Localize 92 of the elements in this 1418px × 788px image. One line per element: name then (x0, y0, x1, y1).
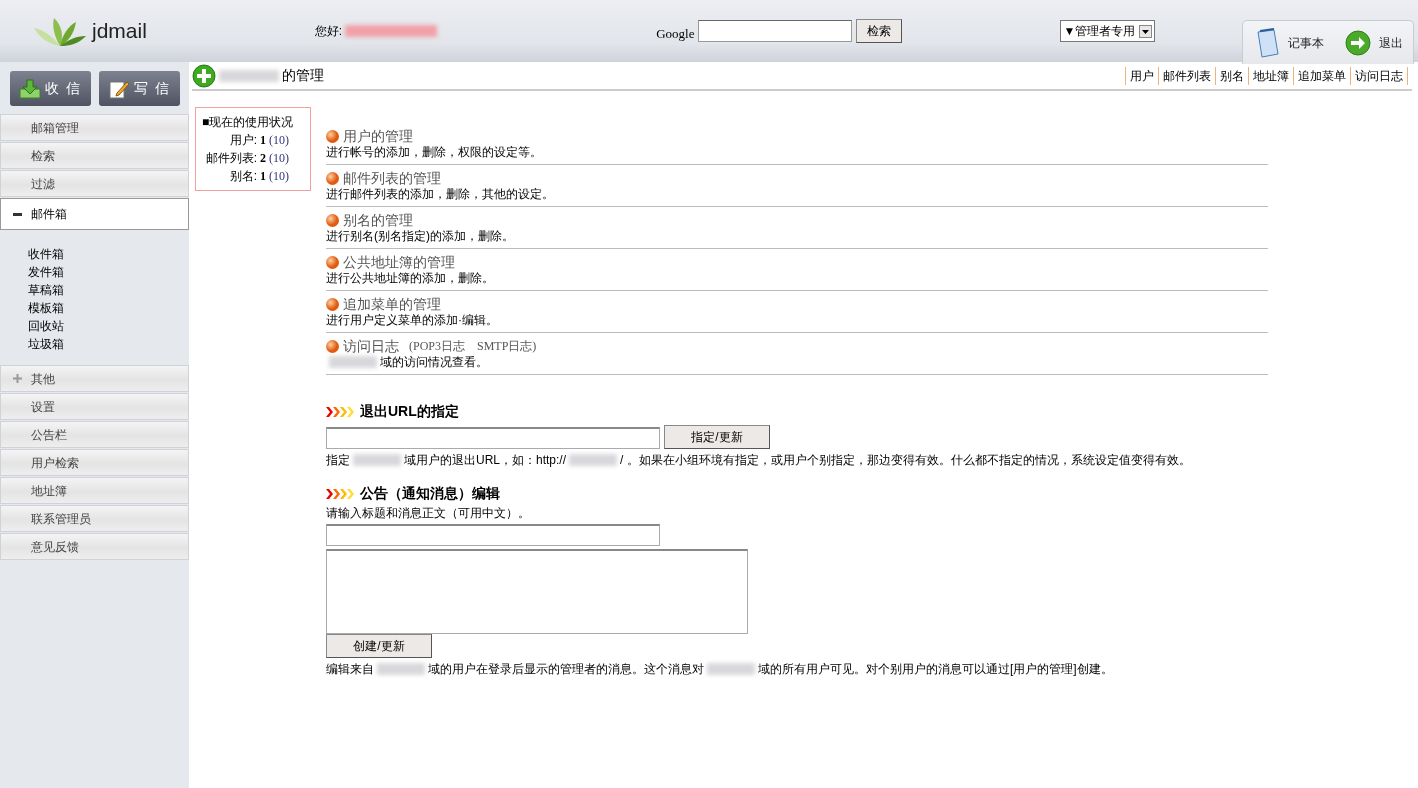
description-text: 进行帐号的添加，删除，权限的设定等。 (326, 144, 542, 160)
description-text: 进行别名(别名指定)的添加，删除。 (326, 228, 514, 244)
chevrons-icon (326, 487, 356, 500)
usage-limit: (10) (269, 150, 289, 167)
section-heading: 公告（通知消息）编辑 (360, 484, 500, 503)
logo-text: jdmail (92, 18, 147, 45)
sidebar-item[interactable]: 意见反馈 (0, 533, 189, 560)
sidebar-item[interactable]: 用户检索 (0, 449, 189, 476)
bullet-icon (326, 129, 339, 143)
toolbar-link[interactable]: 记事本 (1253, 27, 1324, 58)
nav-link[interactable]: 用户 (1125, 66, 1158, 85)
greeting-text: 您好: (314, 23, 343, 40)
nav-link[interactable]: 地址簿 (1248, 66, 1293, 85)
inbox-button[interactable]: 收 信 (10, 71, 91, 106)
sidebar-item[interactable]: 地址簿 (0, 477, 189, 504)
nav-link[interactable]: 访问日志 (1350, 66, 1407, 85)
folder-link[interactable]: 回收站 (28, 317, 189, 335)
usage-value: 1 (260, 132, 266, 149)
redacted-text (377, 663, 425, 675)
description-text: 编辑来自 (326, 661, 374, 678)
redacted-text (353, 454, 401, 466)
section-link[interactable]: 别名的管理 (343, 212, 413, 228)
folder-link[interactable]: 发件箱 (28, 263, 189, 281)
usage-label: 别名: (228, 168, 257, 185)
arrow-right-circle-icon (1344, 29, 1371, 56)
sidebar-item[interactable]: 检索 (0, 142, 189, 169)
nav-link[interactable]: 邮件列表 (1158, 66, 1215, 85)
sidebar-item[interactable]: 过滤 (0, 170, 189, 197)
bullet-icon (326, 213, 339, 227)
section-link[interactable]: 访问日志 (343, 338, 399, 354)
redacted-text (569, 454, 618, 466)
sidebar-item[interactable]: 邮箱管理 (0, 114, 189, 141)
bullet-icon (326, 171, 339, 185)
description-text: 域的用户在登录后显示的管理者的消息。这个消息对 (428, 661, 704, 678)
usage-value: 2 (260, 150, 266, 167)
usage-limit: (10) (269, 132, 289, 149)
usage-limit: (10) (269, 168, 289, 185)
set-button[interactable]: 指定/更新 (664, 425, 770, 449)
compose-button[interactable]: 写 信 (99, 71, 180, 106)
usage-title: ■现在的使用状况 (202, 114, 295, 131)
chevrons-icon (326, 405, 356, 418)
caret-icon (1139, 24, 1153, 38)
bullet-icon (326, 339, 339, 353)
description-text: / 。如果在小组环境有指定，或用户个别指定，那边变得有效。什么都不指定的情况，系统设定值变得有效。 (620, 452, 1191, 469)
intro-text: 请输入标题和消息正文（可用中文）。 (326, 505, 531, 522)
folder-link[interactable]: 模板箱 (28, 299, 189, 317)
plus-circle-icon (192, 63, 216, 88)
sidebar-item[interactable]: 设置 (0, 393, 189, 420)
section-link[interactable]: 追加菜单的管理 (343, 296, 441, 312)
description-text: 域的访问情况查看。 (380, 354, 488, 370)
sidebar-item[interactable]: 邮件箱 (0, 198, 189, 230)
google-label: Google (656, 25, 695, 44)
nav-link[interactable]: 别名 (1215, 66, 1248, 85)
section-heading: 退出URL的指定 (360, 402, 459, 421)
description-text: 进行公共地址簿的添加，删除。 (326, 270, 494, 286)
folder-link[interactable]: 草稿箱 (28, 281, 189, 299)
bullet-icon (326, 255, 339, 269)
redacted-text (707, 663, 755, 675)
url-field[interactable] (326, 427, 660, 449)
search-field[interactable] (698, 20, 853, 42)
section-link[interactable]: 公共地址簿的管理 (343, 254, 455, 270)
redacted-text (329, 356, 377, 368)
bullet-icon (326, 297, 339, 311)
description-text: 域用户的退出URL，如：http:// (404, 452, 567, 469)
usage-label: 邮件列表: (204, 150, 257, 167)
description-text: 域的所有用户可见。对个别用户的消息可以通过[用户的管理]创建。 (758, 661, 1113, 678)
folder-link[interactable]: 收件箱 (28, 245, 189, 263)
message-field[interactable] (326, 549, 748, 634)
sidebar-item[interactable]: 公告栏 (0, 421, 189, 448)
download-tray-icon (18, 78, 41, 99)
leaf-logo-icon (32, 16, 88, 46)
folder-link[interactable]: 垃圾箱 (28, 335, 189, 353)
sidebar-item[interactable]: 其他 (0, 365, 189, 392)
page-title: 的管理 (282, 66, 324, 85)
redacted-text (219, 69, 279, 82)
toolbar-link[interactable]: 退出 (1344, 29, 1403, 56)
usage-value: 1 (260, 168, 266, 185)
create-button[interactable]: 创建/更新 (326, 634, 432, 658)
nav-link[interactable]: 追加菜单 (1293, 66, 1350, 85)
admin-dropdown[interactable]: ▼管理者专用 (1060, 20, 1156, 42)
section-link[interactable]: 邮件列表的管理 (343, 170, 441, 186)
description-text: 进行邮件列表的添加，删除，其他的设定。 (326, 186, 554, 202)
search-button[interactable]: 检索 (856, 19, 903, 43)
usage-label: 用户: (228, 132, 257, 149)
description-text: 指定 (326, 452, 350, 469)
plus-icon (13, 374, 22, 383)
description-text: 进行用户定义菜单的添加·编辑。 (326, 312, 498, 328)
sidebar-item[interactable]: 联系管理员 (0, 505, 189, 532)
section-subtitle: (POP3日志 SMTP日志) (409, 338, 537, 354)
pencil-paper-icon (107, 78, 130, 99)
section-link[interactable]: 用户的管理 (343, 128, 413, 144)
title-field[interactable] (326, 524, 660, 546)
